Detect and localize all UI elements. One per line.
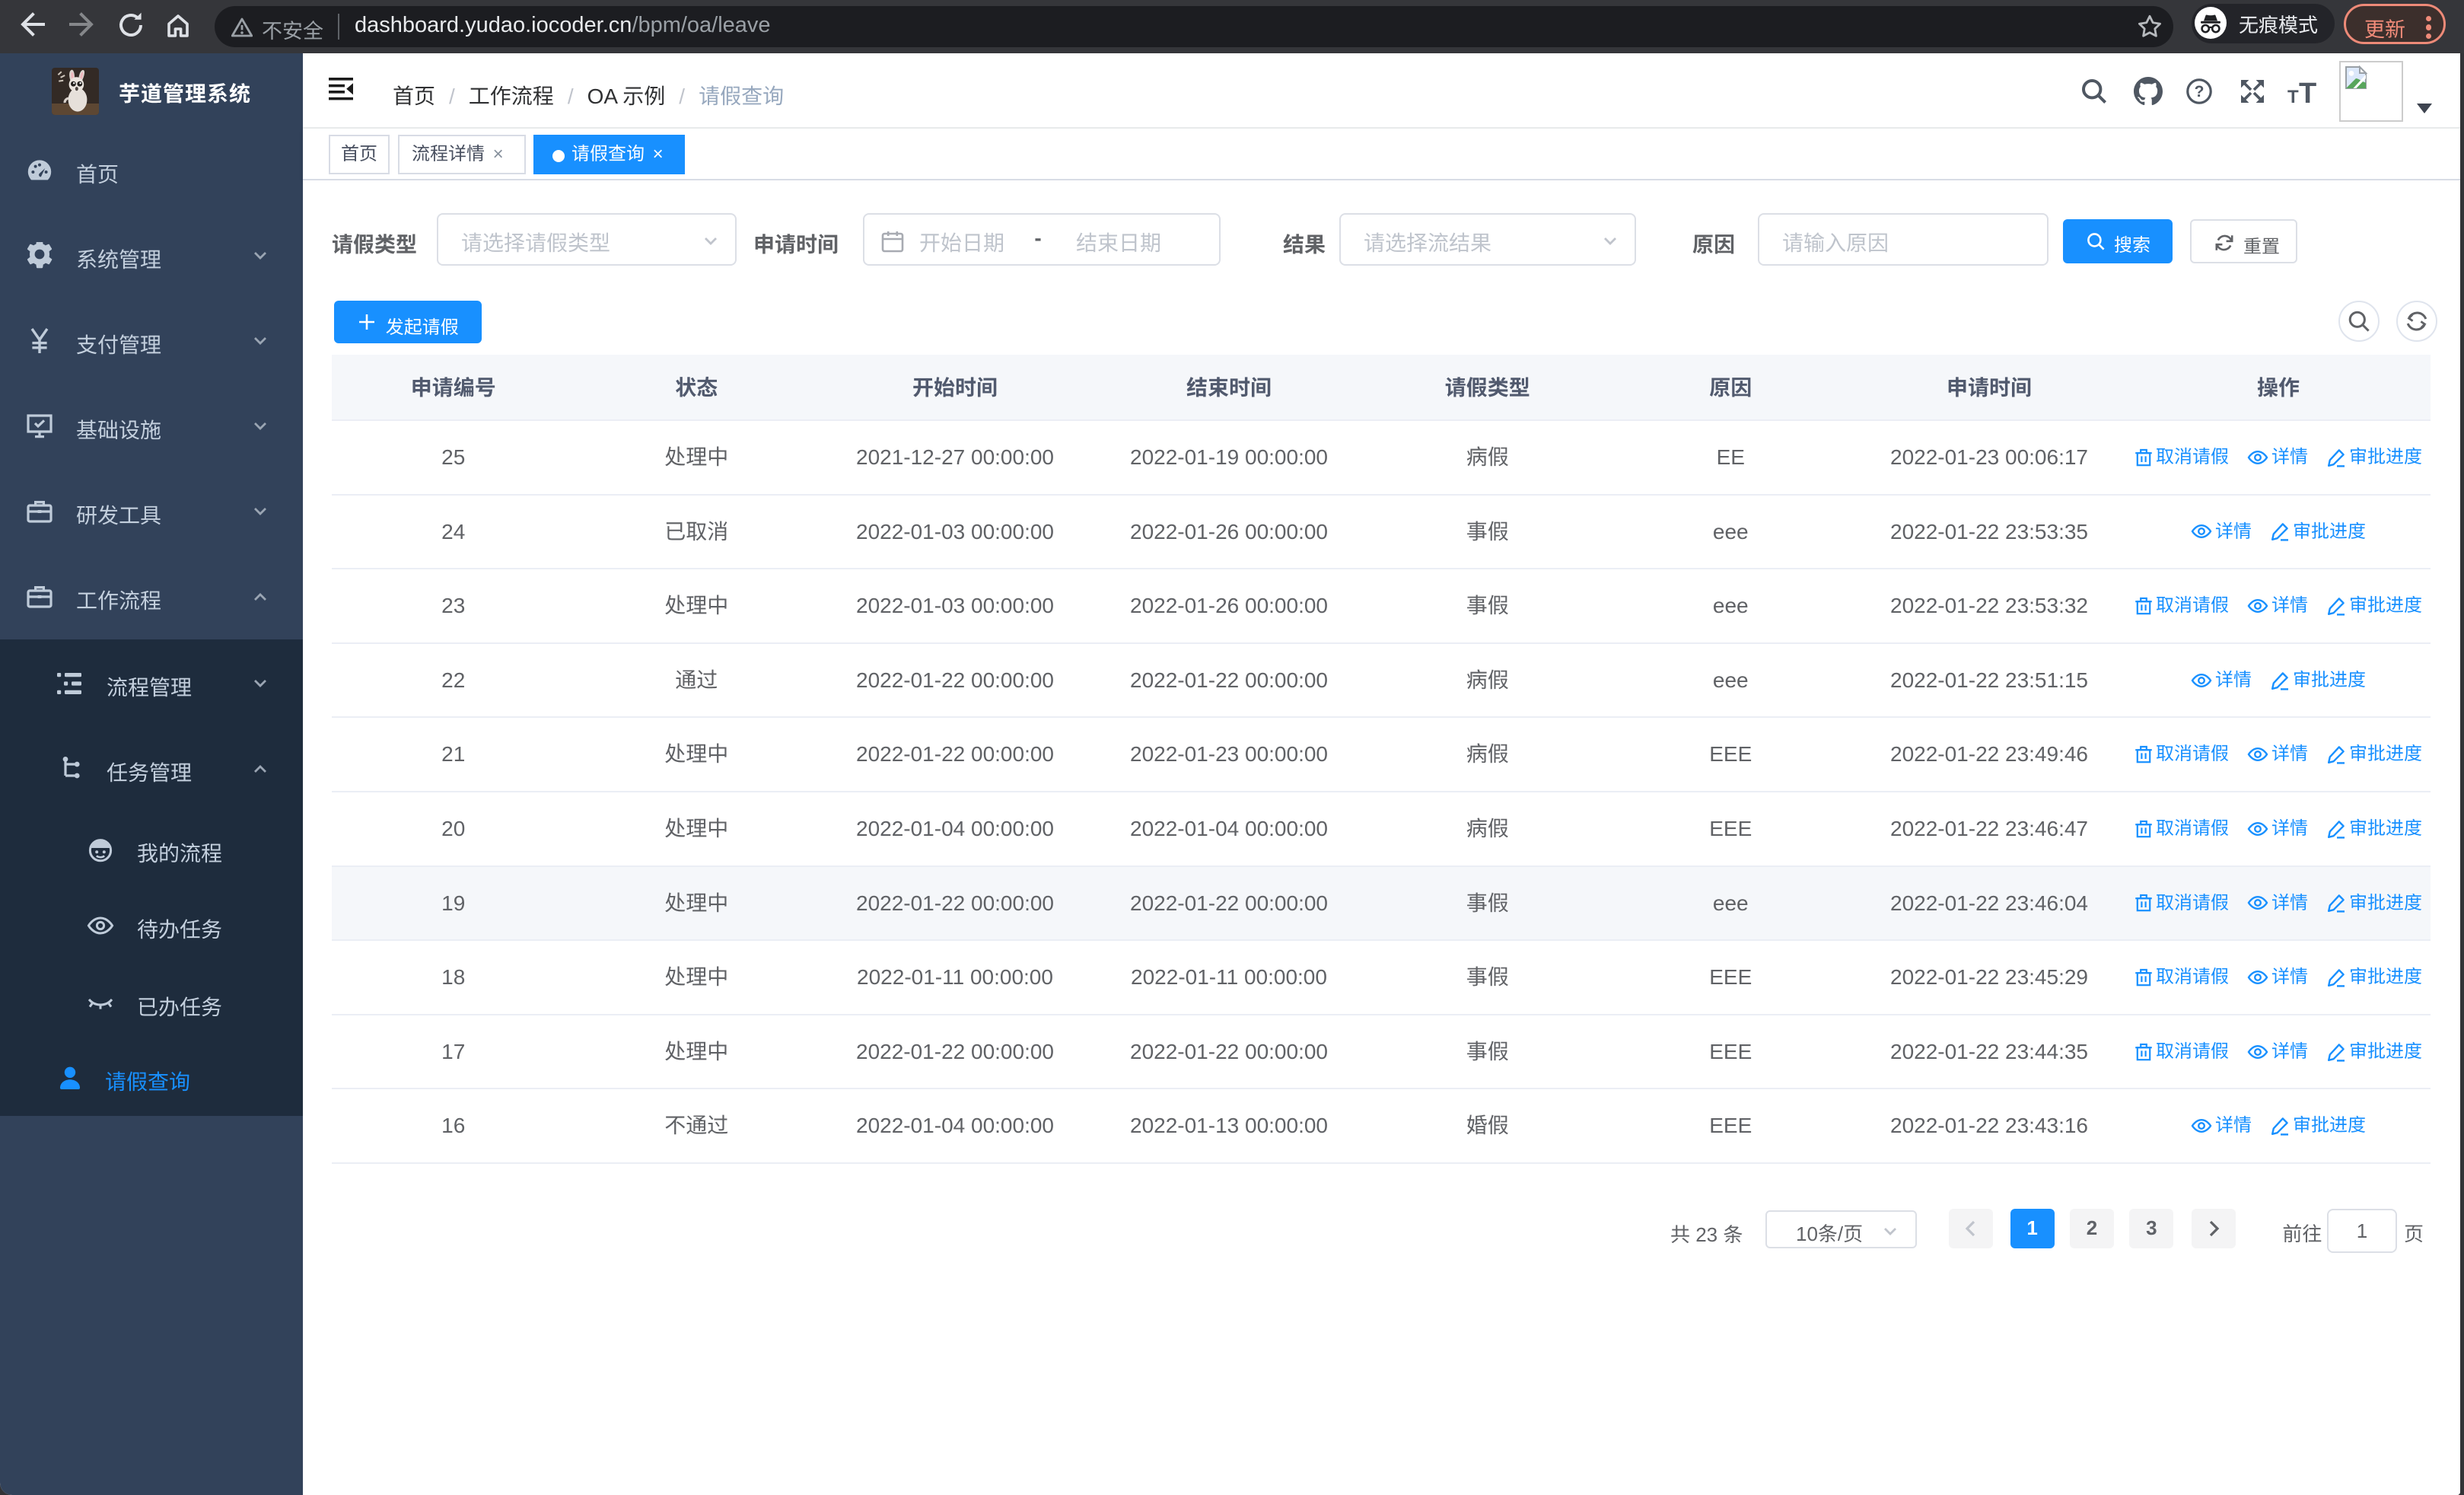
svg-text:?: ? <box>2195 83 2205 100</box>
svg-text:T: T <box>2299 78 2316 105</box>
svg-text:T: T <box>2287 87 2299 105</box>
